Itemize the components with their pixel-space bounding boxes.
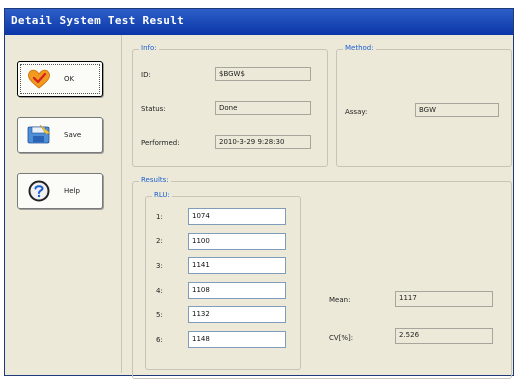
mean-value: 1117	[395, 291, 493, 307]
method-legend: Method:	[343, 44, 376, 52]
rlu-legend: RLU:	[152, 191, 172, 199]
window-title: Detail System Test Result	[11, 14, 185, 27]
info-group: Info: ID: $BGW$ Status: Done Performed: …	[132, 44, 328, 167]
performed-value: 2010-3-29 9:28:30	[215, 135, 311, 149]
id-label: ID:	[141, 71, 151, 79]
rlu-label-4: 4:	[156, 287, 163, 295]
cv-label: CV[%]:	[329, 334, 354, 342]
info-legend: Info:	[139, 44, 159, 52]
results-group: Results: RLU: 1: 1074 2: 1100 3: 1141 4:…	[132, 176, 512, 379]
status-label: Status:	[141, 105, 166, 113]
assay-value: BGW	[415, 103, 499, 117]
button-panel: OK Save Help	[5, 35, 117, 375]
help-button[interactable]: Help	[17, 173, 103, 209]
rlu-input-6[interactable]: 1148	[188, 331, 286, 348]
heart-check-icon	[26, 68, 52, 90]
result-dialog: Detail System Test Result OK Save Help I…	[4, 8, 514, 379]
rlu-label-5: 5:	[156, 311, 163, 319]
rlu-input-1[interactable]: 1074	[188, 208, 286, 225]
rlu-label-6: 6:	[156, 336, 163, 344]
mean-label: Mean:	[329, 296, 351, 304]
cv-value: 2.526	[395, 328, 493, 344]
content-panel: Info: ID: $BGW$ Status: Done Performed: …	[121, 35, 512, 379]
rlu-input-5[interactable]: 1132	[188, 306, 286, 323]
performed-label: Performed:	[141, 139, 180, 147]
rlu-label-3: 3:	[156, 262, 163, 270]
rlu-label-1: 1:	[156, 213, 163, 221]
id-value: $BGW$	[215, 67, 311, 81]
rlu-input-4[interactable]: 1108	[188, 282, 286, 299]
rlu-input-3[interactable]: 1141	[188, 257, 286, 274]
method-group: Method: Assay: BGW	[336, 44, 512, 167]
ok-button[interactable]: OK	[17, 61, 103, 97]
title-bar[interactable]: Detail System Test Result	[5, 9, 513, 35]
rlu-label-2: 2:	[156, 237, 163, 245]
status-value: Done	[215, 101, 311, 115]
save-button-label: Save	[64, 131, 82, 139]
rlu-input-2[interactable]: 1100	[188, 233, 286, 250]
save-icon	[26, 124, 52, 146]
rlu-group: RLU: 1: 1074 2: 1100 3: 1141 4: 1108 5: …	[145, 191, 301, 370]
save-button[interactable]: Save	[17, 117, 103, 153]
ok-button-label: OK	[64, 75, 75, 83]
help-button-label: Help	[64, 187, 80, 195]
results-legend: Results:	[139, 176, 171, 184]
assay-label: Assay:	[345, 108, 368, 116]
help-icon	[26, 180, 52, 202]
